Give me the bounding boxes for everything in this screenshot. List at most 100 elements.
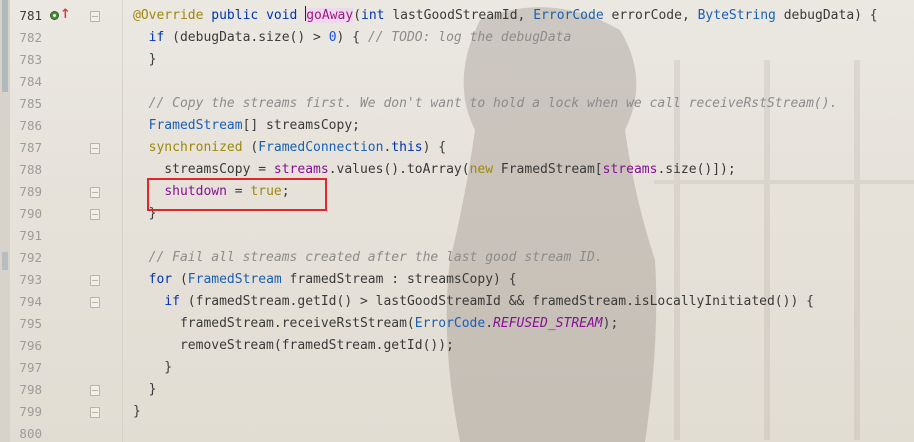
line-number[interactable]: 787 [10,137,42,159]
fold-toggle-icon[interactable] [90,187,100,198]
code-text[interactable]: FramedStream[] streamsCopy; [133,115,360,137]
code-token: framedStream.receiveRstStream( [133,316,415,331]
code-line[interactable]: 785 // Copy the streams first. We don't … [0,93,914,115]
code-line[interactable]: 781 ↑ @Override public void goAway(int las… [0,5,914,27]
code-text[interactable]: } [133,49,157,71]
code-text[interactable]: framedStream.receiveRstStream(ErrorCode.… [133,313,618,335]
code-text[interactable]: if (framedStream.getId() > lastGoodStrea… [133,291,814,313]
code-token: public [211,8,259,23]
code-text[interactable]: removeStream(framedStream.getId()); [133,335,454,357]
code-text[interactable]: } [133,401,141,423]
code-text[interactable]: shutdown = true; [133,181,289,203]
code-line[interactable]: 792 // Fail all streams created after th… [0,247,914,269]
code-line[interactable]: 795 framedStream.receiveRstStream(ErrorC… [0,313,914,335]
code-line[interactable]: 791 [0,225,914,247]
code-token: ( [353,8,362,23]
line-number[interactable]: 789 [10,181,42,203]
code-token: ); [602,316,619,331]
code-line[interactable]: 783 } [0,49,914,71]
line-number[interactable]: 795 [10,313,42,335]
code-token: ErrorCode [414,316,486,331]
line-number[interactable]: 792 [10,247,42,269]
code-token: streamsCopy = [133,162,274,177]
code-line[interactable]: 794 if (framedStream.getId() > lastGoodS… [0,291,914,313]
code-token: .values().toArray( [328,162,470,177]
line-number[interactable]: 798 [10,379,42,401]
code-token: } [133,382,157,397]
code-token: ) { [422,140,447,155]
line-number[interactable]: 799 [10,401,42,423]
code-line[interactable]: 800 [0,423,914,442]
line-number[interactable]: 793 [10,269,42,291]
code-text[interactable]: } [133,203,157,225]
line-number[interactable]: 791 [10,225,42,247]
line-number[interactable]: 784 [10,71,42,93]
implementation-marker-icon[interactable] [50,11,59,20]
code-token: ) { [336,30,368,45]
code-line[interactable]: 798 } [0,379,914,401]
line-number[interactable]: 790 [10,203,42,225]
code-text[interactable]: synchronized (FramedConnection.this) { [133,137,446,159]
fold-toggle-icon[interactable] [90,407,100,418]
code-line[interactable]: 789 shutdown = true; [0,181,914,203]
code-line[interactable]: 787 synchronized (FramedConnection.this)… [0,137,914,159]
code-text[interactable]: if (debugData.size() > 0) { // TODO: log… [133,27,572,49]
code-token: (debugData.size() > [164,30,329,45]
line-number[interactable]: 796 [10,335,42,357]
fold-toggle-icon[interactable] [90,297,100,308]
fold-toggle-icon[interactable] [90,11,100,22]
code-token: ( [242,140,259,155]
code-text[interactable]: streamsCopy = streams.values().toArray(n… [133,159,735,181]
code-text[interactable]: @Override public void goAway(int lastGoo… [133,5,878,27]
code-line[interactable]: 799} [0,401,914,423]
code-line[interactable]: 793 for (FramedStream framedStream : str… [0,269,914,291]
code-token: } [133,52,157,67]
code-text[interactable]: // Copy the streams first. We don't want… [133,93,838,115]
line-number[interactable]: 794 [10,291,42,313]
line-number[interactable]: 786 [10,115,42,137]
code-token: FramedStream [187,272,282,287]
line-number[interactable]: 783 [10,49,42,71]
fold-toggle-icon[interactable] [90,275,100,286]
code-text[interactable]: } [133,379,157,401]
override-arrow-icon[interactable]: ↑ [60,7,71,23]
line-number[interactable]: 788 [10,159,42,181]
fold-toggle-icon[interactable] [90,385,100,396]
code-token: streams [273,162,329,177]
fold-toggle-icon[interactable] [90,209,100,220]
code-line[interactable]: 796 removeStream(framedStream.getId()); [0,335,914,357]
code-text[interactable]: // Fail all streams created after the la… [133,247,603,269]
code-token: FramedStream [148,118,243,133]
line-number[interactable]: 782 [10,27,42,49]
code-token: if [148,30,165,45]
line-number[interactable]: 785 [10,93,42,115]
code-text[interactable]: for (FramedStream framedStream : streams… [133,269,517,291]
code-line[interactable]: 797 } [0,357,914,379]
code-text[interactable]: } [133,357,172,379]
code-line[interactable]: 790 } [0,203,914,225]
code-token: goAway [306,8,354,23]
code-line[interactable]: 786 FramedStream[] streamsCopy; [0,115,914,137]
code-token: FramedStream[ [493,162,603,177]
fold-toggle-icon[interactable] [90,143,100,154]
code-token: [] streamsCopy; [242,118,360,133]
code-token: REFUSED_STREAM [493,316,603,331]
line-number[interactable]: 800 [10,423,42,442]
line-number[interactable]: 781 [10,5,42,27]
code-line[interactable]: 784 [0,71,914,93]
code-token: // TODO: log the debugData [367,30,572,45]
code-token: new [469,162,494,177]
code-token: if [164,294,180,309]
code-token: ByteString [697,8,776,23]
code-line[interactable]: 788 streamsCopy = streams.values().toArr… [0,159,914,181]
code-editor[interactable]: 781 ↑ @Override public void goAway(int las… [0,0,914,442]
code-token: for [148,272,173,287]
line-number[interactable]: 797 [10,357,42,379]
code-token: (framedStream.getId() > lastGoodStreamId… [179,294,814,309]
code-line[interactable]: 782 if (debugData.size() > 0) { // TODO:… [0,27,914,49]
